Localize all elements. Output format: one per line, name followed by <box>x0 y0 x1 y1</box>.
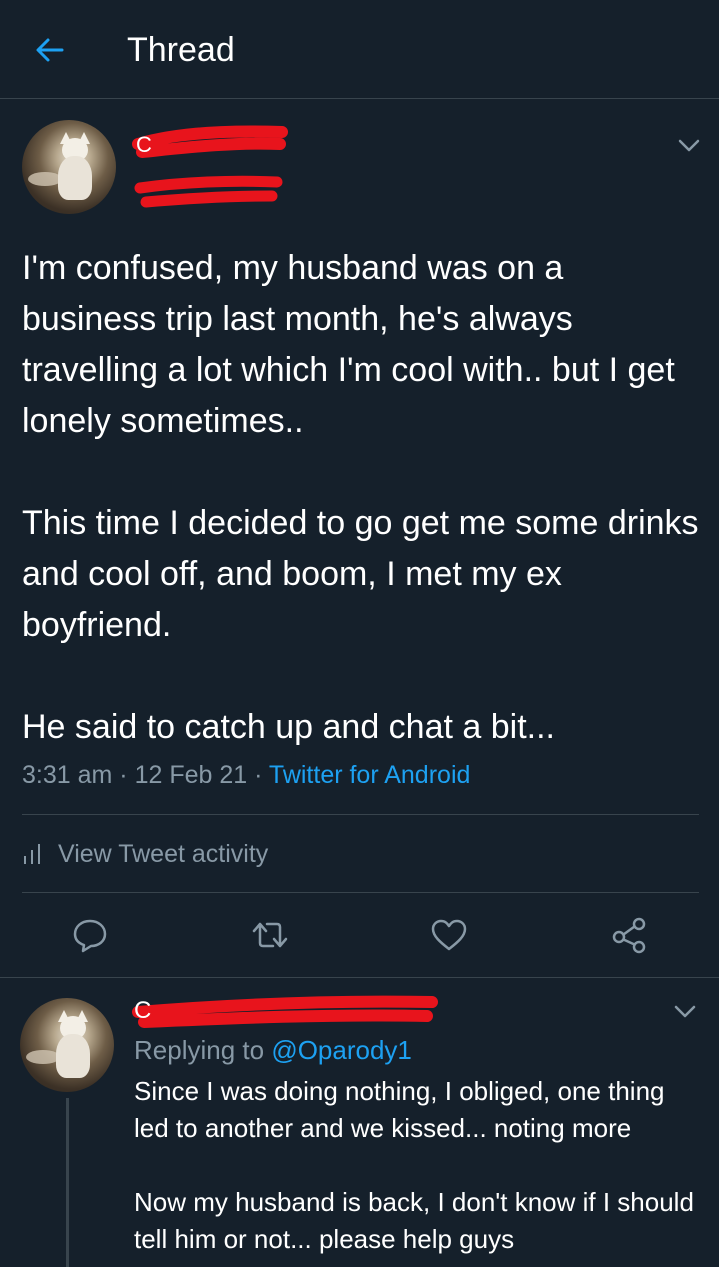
tweet-time: 3:31 am <box>22 761 113 789</box>
reply-more-button[interactable] <box>670 997 700 1027</box>
chevron-down-icon <box>674 1005 696 1018</box>
reply-author-avatar[interactable] <box>20 998 114 1092</box>
bar-chart-icon <box>22 844 44 864</box>
share-button[interactable] <box>609 915 649 955</box>
comment-icon <box>73 919 107 953</box>
top-bar: Thread <box>0 0 719 99</box>
tweet-source-link[interactable]: Twitter for Android <box>269 761 470 789</box>
like-button[interactable] <box>429 915 469 955</box>
redacted-author-name: C <box>132 125 288 208</box>
author-avatar[interactable] <box>22 120 116 214</box>
page-title: Thread <box>127 31 235 69</box>
back-button[interactable] <box>30 30 70 70</box>
redacted-reply-author-name: C <box>132 995 438 1028</box>
replying-to: Replying to @Oparody1 <box>134 1034 412 1066</box>
replying-to-handle[interactable]: @Oparody1 <box>271 1035 412 1065</box>
divider <box>22 814 699 815</box>
tweet-date: 12 Feb 21 <box>134 761 248 789</box>
retweet-icon <box>252 922 288 948</box>
tweet-text: I'm confused, my husband was on a busine… <box>22 249 699 746</box>
thread-connector-line <box>66 1098 69 1267</box>
view-activity-label: View Tweet activity <box>58 840 269 868</box>
tweet-meta: 3:31 am · 12 Feb 21 · Twitter for Androi… <box>22 761 471 789</box>
tweet-more-button[interactable] <box>674 131 704 161</box>
reply-button[interactable] <box>70 915 110 955</box>
divider <box>22 892 699 893</box>
replying-to-label: Replying to <box>134 1035 265 1065</box>
heart-icon <box>431 919 467 951</box>
share-icon <box>612 917 646 954</box>
svg-text:C: C <box>134 997 151 1024</box>
chevron-down-icon <box>678 139 700 152</box>
reply-text: Since I was doing nothing, I obliged, on… <box>134 1076 694 1254</box>
divider <box>0 977 719 978</box>
arrow-left-icon <box>36 38 64 62</box>
svg-text:C: C <box>136 132 152 157</box>
view-activity-button[interactable]: View Tweet activity <box>22 838 268 870</box>
retweet-button[interactable] <box>250 915 290 955</box>
